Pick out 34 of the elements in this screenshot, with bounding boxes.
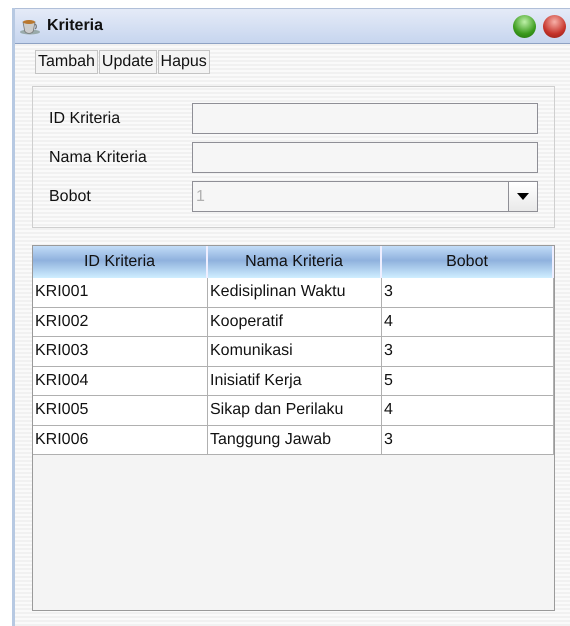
table-cell: 3 — [382, 278, 554, 306]
table-cell: KRI001 — [33, 278, 208, 306]
table-cell: 3 — [382, 426, 554, 454]
maximize-button[interactable] — [513, 14, 536, 38]
column-header[interactable]: Nama Kriteria — [208, 246, 382, 278]
dropdown-arrow-icon — [517, 192, 529, 200]
text-field[interactable] — [192, 103, 538, 134]
toolbar-button[interactable]: Hapus — [158, 50, 210, 74]
column-header[interactable]: ID Kriteria — [33, 246, 208, 278]
table-cell: Sikap dan Perilaku — [208, 396, 382, 424]
table-cell: Tanggung Jawab — [208, 426, 382, 454]
table-cell: KRI005 — [33, 396, 208, 424]
table-cell: 4 — [382, 396, 554, 424]
table-cell: KRI004 — [33, 366, 208, 395]
table-cell: KRI006 — [33, 426, 208, 454]
table-cell: Kooperatif — [208, 308, 382, 336]
table-cell: 4 — [382, 308, 554, 336]
field-label: Nama Kriteria — [49, 148, 148, 166]
field-label: Bobot — [49, 188, 92, 206]
table-cell: KRI002 — [33, 308, 208, 336]
field-label: ID Kriteria — [49, 110, 122, 128]
table-cell: Kedisiplinan Waktu — [208, 278, 382, 306]
window-title: Kriteria — [47, 17, 104, 35]
table-cell: Komunikasi — [208, 337, 382, 366]
toolbar-button[interactable]: Tambah — [35, 50, 98, 74]
table-cell: 5 — [382, 366, 554, 395]
text-field[interactable] — [192, 142, 538, 173]
table-cell: Inisiatif Kerja — [208, 366, 382, 395]
close-button[interactable] — [543, 14, 566, 38]
table-cell: 3 — [382, 337, 554, 366]
toolbar-button[interactable]: Update — [98, 50, 157, 74]
table-cell: KRI003 — [33, 337, 208, 366]
teacup-icon — [19, 17, 41, 35]
column-header[interactable]: Bobot — [382, 246, 554, 278]
